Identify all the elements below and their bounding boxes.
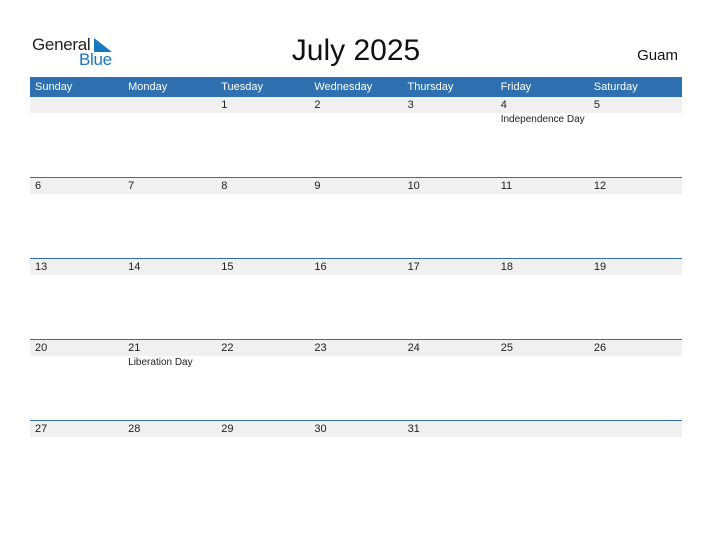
day-cell: 11 [496, 178, 589, 259]
weekday-saturday: Saturday [593, 81, 638, 93]
day-cell: 12 [589, 178, 682, 259]
day-cell: 27 [30, 421, 123, 502]
weekday-tuesday: Tuesday [221, 81, 264, 93]
day-cell: 24 [403, 340, 496, 421]
day-cell: 5 [589, 97, 682, 178]
weekday-header: Sunday Monday Tuesday Wednesday Thursday… [30, 77, 682, 97]
day-cell: 3 [403, 97, 496, 178]
day-cell: 6 [30, 178, 123, 259]
day-cell: 26 [589, 340, 682, 421]
weekday-thursday: Thursday [407, 81, 454, 93]
day-number: 22 [221, 342, 234, 354]
day-number: 25 [500, 342, 513, 354]
day-cell: 18 [496, 259, 589, 340]
day-cell: 1 [216, 97, 309, 178]
day-cell: 22 [216, 340, 309, 421]
day-number: 30 [314, 423, 327, 435]
weekday-monday: Monday [128, 81, 168, 93]
holiday-label: Independence Day [500, 114, 585, 125]
day-number: 5 [593, 99, 600, 111]
weekday-wednesday: Wednesday [314, 81, 373, 93]
day-cell: 2 [309, 97, 402, 178]
day-cell: 25 [496, 340, 589, 421]
day-number: 24 [407, 342, 420, 354]
day-number: 12 [593, 180, 607, 192]
day-number: 28 [128, 423, 141, 435]
day-number: 10 [407, 180, 420, 192]
day-number: 23 [314, 342, 327, 354]
day-number: 17 [407, 261, 420, 273]
day-cell: 21 Liberation Day [123, 340, 216, 421]
day-cell [589, 421, 682, 502]
day-number: 13 [35, 261, 48, 273]
day-number: 6 [35, 180, 42, 192]
day-number: 8 [221, 180, 228, 192]
country-label: Guam [637, 47, 678, 64]
day-number: 20 [35, 342, 48, 354]
day-cell: 4 Independence Day [496, 97, 589, 178]
week-row: 13 14 15 16 17 18 19 [30, 258, 682, 339]
day-cell: 13 [30, 259, 123, 340]
day-number: 14 [128, 261, 141, 273]
day-number: 3 [407, 99, 414, 111]
day-number: 16 [314, 261, 327, 273]
day-number: 11 [500, 180, 513, 192]
weekday-sunday: Sunday [35, 81, 73, 93]
day-cell: 23 [309, 340, 402, 421]
week-row: 6 7 8 9 10 11 12 [30, 177, 682, 258]
day-number: 21 [128, 342, 141, 354]
day-number: 19 [593, 261, 607, 273]
day-number: 2 [314, 99, 321, 111]
weekday-friday: Friday [500, 81, 532, 93]
day-number: 15 [221, 261, 234, 273]
day-cell: 8 [216, 178, 309, 259]
day-cell: 31 [403, 421, 496, 502]
day-number: 29 [221, 423, 234, 435]
day-cell: 16 [309, 259, 402, 340]
day-cell: 15 [216, 259, 309, 340]
day-number: 4 [500, 99, 507, 111]
day-number: 27 [35, 423, 48, 435]
day-cell: 29 [216, 421, 309, 502]
day-cell [123, 97, 216, 178]
day-cell: 17 [403, 259, 496, 340]
day-cell: 30 [309, 421, 402, 502]
day-number: 7 [128, 180, 135, 192]
day-cell: 9 [309, 178, 402, 259]
day-cell: 10 [403, 178, 496, 259]
calendar-title: July 2025 [291, 34, 421, 67]
day-number: 1 [221, 99, 228, 111]
day-cell: 20 [30, 340, 123, 421]
week-row: 27 28 29 30 31 [30, 420, 682, 501]
day-cell: 7 [123, 178, 216, 259]
day-cell [30, 97, 123, 178]
day-cell [496, 421, 589, 502]
day-number: 9 [314, 180, 321, 192]
day-cell: 14 [123, 259, 216, 340]
day-number: 26 [593, 342, 607, 354]
week-row: 1 2 3 4 Independence Day 5 [30, 97, 682, 178]
day-cell: 19 [589, 259, 682, 340]
day-number: 31 [407, 423, 420, 435]
day-cell: 28 [123, 421, 216, 502]
day-number: 18 [500, 261, 513, 273]
holiday-label: Liberation Day [128, 357, 193, 368]
week-row: 20 21 Liberation Day 22 23 24 25 26 [30, 339, 682, 420]
